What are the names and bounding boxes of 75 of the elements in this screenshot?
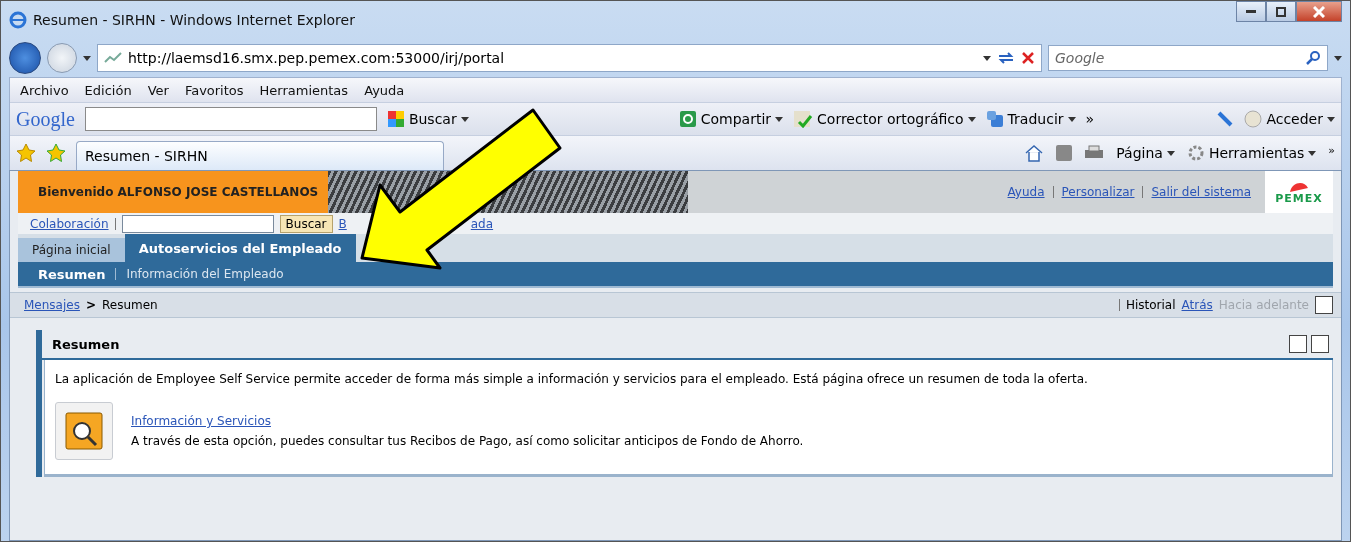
caret-icon bbox=[1327, 116, 1335, 122]
menu-item[interactable]: Edición bbox=[84, 82, 132, 98]
caret-icon bbox=[775, 116, 784, 122]
toolbar-button[interactable]: Compartir bbox=[678, 110, 784, 128]
tools-menu[interactable]: Herramientas bbox=[1186, 144, 1317, 162]
caret-icon bbox=[83, 55, 91, 61]
history-menu[interactable]: Historial bbox=[1125, 298, 1176, 312]
browser-tab[interactable]: Resumen - SIRHN bbox=[76, 141, 444, 170]
sub-tab[interactable]: Información del Empleado bbox=[126, 267, 284, 281]
home-icon[interactable] bbox=[1024, 144, 1045, 162]
intro-text: La aplicación de Employee Self Service permite acceder de forma más simple a información y servicios para el empleado. Está página ofrece un resumen de toda la oferta. bbox=[55, 372, 1089, 386]
share-icon bbox=[678, 110, 697, 128]
toolbar-logo: Google bbox=[16, 107, 75, 131]
menu-item[interactable]: Herramientas bbox=[259, 82, 349, 98]
menu-item[interactable]: Ver bbox=[147, 82, 169, 98]
toolbar-button[interactable]: Traducir bbox=[985, 110, 1076, 128]
breadcrumb-link[interactable]: Mensajes bbox=[24, 298, 80, 312]
search-field[interactable]: Google bbox=[1048, 45, 1328, 71]
menu-item[interactable]: Ayuda bbox=[364, 82, 405, 98]
caret-icon bbox=[1308, 150, 1317, 156]
menu-item[interactable]: Archivo bbox=[20, 82, 69, 98]
minimize-button[interactable] bbox=[1236, 1, 1266, 22]
service-link[interactable]: Información y Servicios bbox=[131, 414, 271, 428]
collaboration-link[interactable]: Colaboración bbox=[30, 216, 109, 231]
menu-item[interactable]: Favoritos bbox=[184, 82, 244, 98]
nav-tab[interactable]: Página inicial bbox=[18, 238, 125, 262]
sub-tab[interactable]: Resumen bbox=[38, 266, 106, 282]
caret-icon bbox=[1166, 150, 1175, 156]
refresh-icon[interactable] bbox=[997, 50, 1015, 66]
caret-icon bbox=[967, 116, 976, 122]
breadcrumb-current: Resumen bbox=[102, 298, 158, 312]
stop-icon[interactable] bbox=[1021, 51, 1035, 65]
printer-icon[interactable] bbox=[1084, 145, 1105, 161]
header-link[interactable]: Personalizar bbox=[1061, 185, 1135, 199]
page-menu[interactable]: Página bbox=[1116, 145, 1175, 161]
star-icon[interactable] bbox=[16, 143, 36, 163]
service-description: A través de esta opción, puedes consultar tus Recibos de Pago, así como solicitar anticipos de Fondo de Ahorro. bbox=[131, 434, 804, 448]
caret-icon bbox=[1067, 116, 1076, 122]
multicolor-square-icon bbox=[386, 110, 405, 128]
toolbar-button[interactable]: Buscar bbox=[386, 110, 469, 128]
header-link[interactable]: Ayuda bbox=[1007, 185, 1045, 199]
nav-tab[interactable]: Autoservicios del Empleado bbox=[124, 234, 356, 262]
search-icon[interactable] bbox=[1305, 50, 1321, 66]
add-star-icon[interactable] bbox=[46, 143, 66, 163]
gear-icon bbox=[1186, 144, 1205, 162]
company-logo: PEMEX bbox=[1265, 171, 1333, 213]
sign-in-button[interactable]: Acceder bbox=[1244, 110, 1335, 128]
browser-logo-icon bbox=[9, 11, 27, 29]
maximize-button[interactable] bbox=[1266, 1, 1296, 22]
back-link[interactable]: Atrás bbox=[1181, 298, 1213, 312]
spellcheck-icon bbox=[793, 110, 814, 128]
back-button[interactable] bbox=[9, 42, 41, 74]
toolbar-overflow[interactable]: » bbox=[1328, 144, 1335, 157]
advanced-search-link[interactable]: ada bbox=[470, 216, 494, 231]
window-title: Resumen - SIRHN - Windows Internet Explorer bbox=[33, 12, 355, 28]
close-button[interactable] bbox=[1296, 1, 1342, 22]
panel-title: Resumen bbox=[52, 336, 120, 352]
translate-icon bbox=[985, 110, 1004, 128]
maximize-icon bbox=[1276, 6, 1286, 17]
document-search-icon[interactable] bbox=[55, 402, 113, 460]
avatar-icon bbox=[1244, 110, 1263, 128]
advanced-search-link[interactable]: B bbox=[338, 216, 347, 231]
welcome-banner: Bienvenido ALFONSO JOSE CASTELLANOS bbox=[18, 171, 328, 213]
search-button[interactable]: Buscar bbox=[279, 214, 333, 233]
toolbar-search-field[interactable] bbox=[84, 107, 377, 131]
toolbar-button[interactable]: Corrector ortográfico bbox=[793, 110, 976, 128]
caret-icon bbox=[983, 55, 991, 61]
breadcrumb-separator: > bbox=[85, 298, 96, 312]
address-field[interactable]: http://laemsd16.smx.pep.pemex.com:53000/irj/portal bbox=[97, 44, 1042, 72]
search-field[interactable] bbox=[121, 214, 274, 233]
caret-icon bbox=[460, 116, 469, 122]
caret-icon bbox=[1334, 55, 1342, 61]
close-icon bbox=[1313, 5, 1325, 18]
header-link[interactable]: Salir del sistema bbox=[1151, 185, 1251, 199]
toolbar-overflow[interactable]: » bbox=[1085, 111, 1095, 127]
